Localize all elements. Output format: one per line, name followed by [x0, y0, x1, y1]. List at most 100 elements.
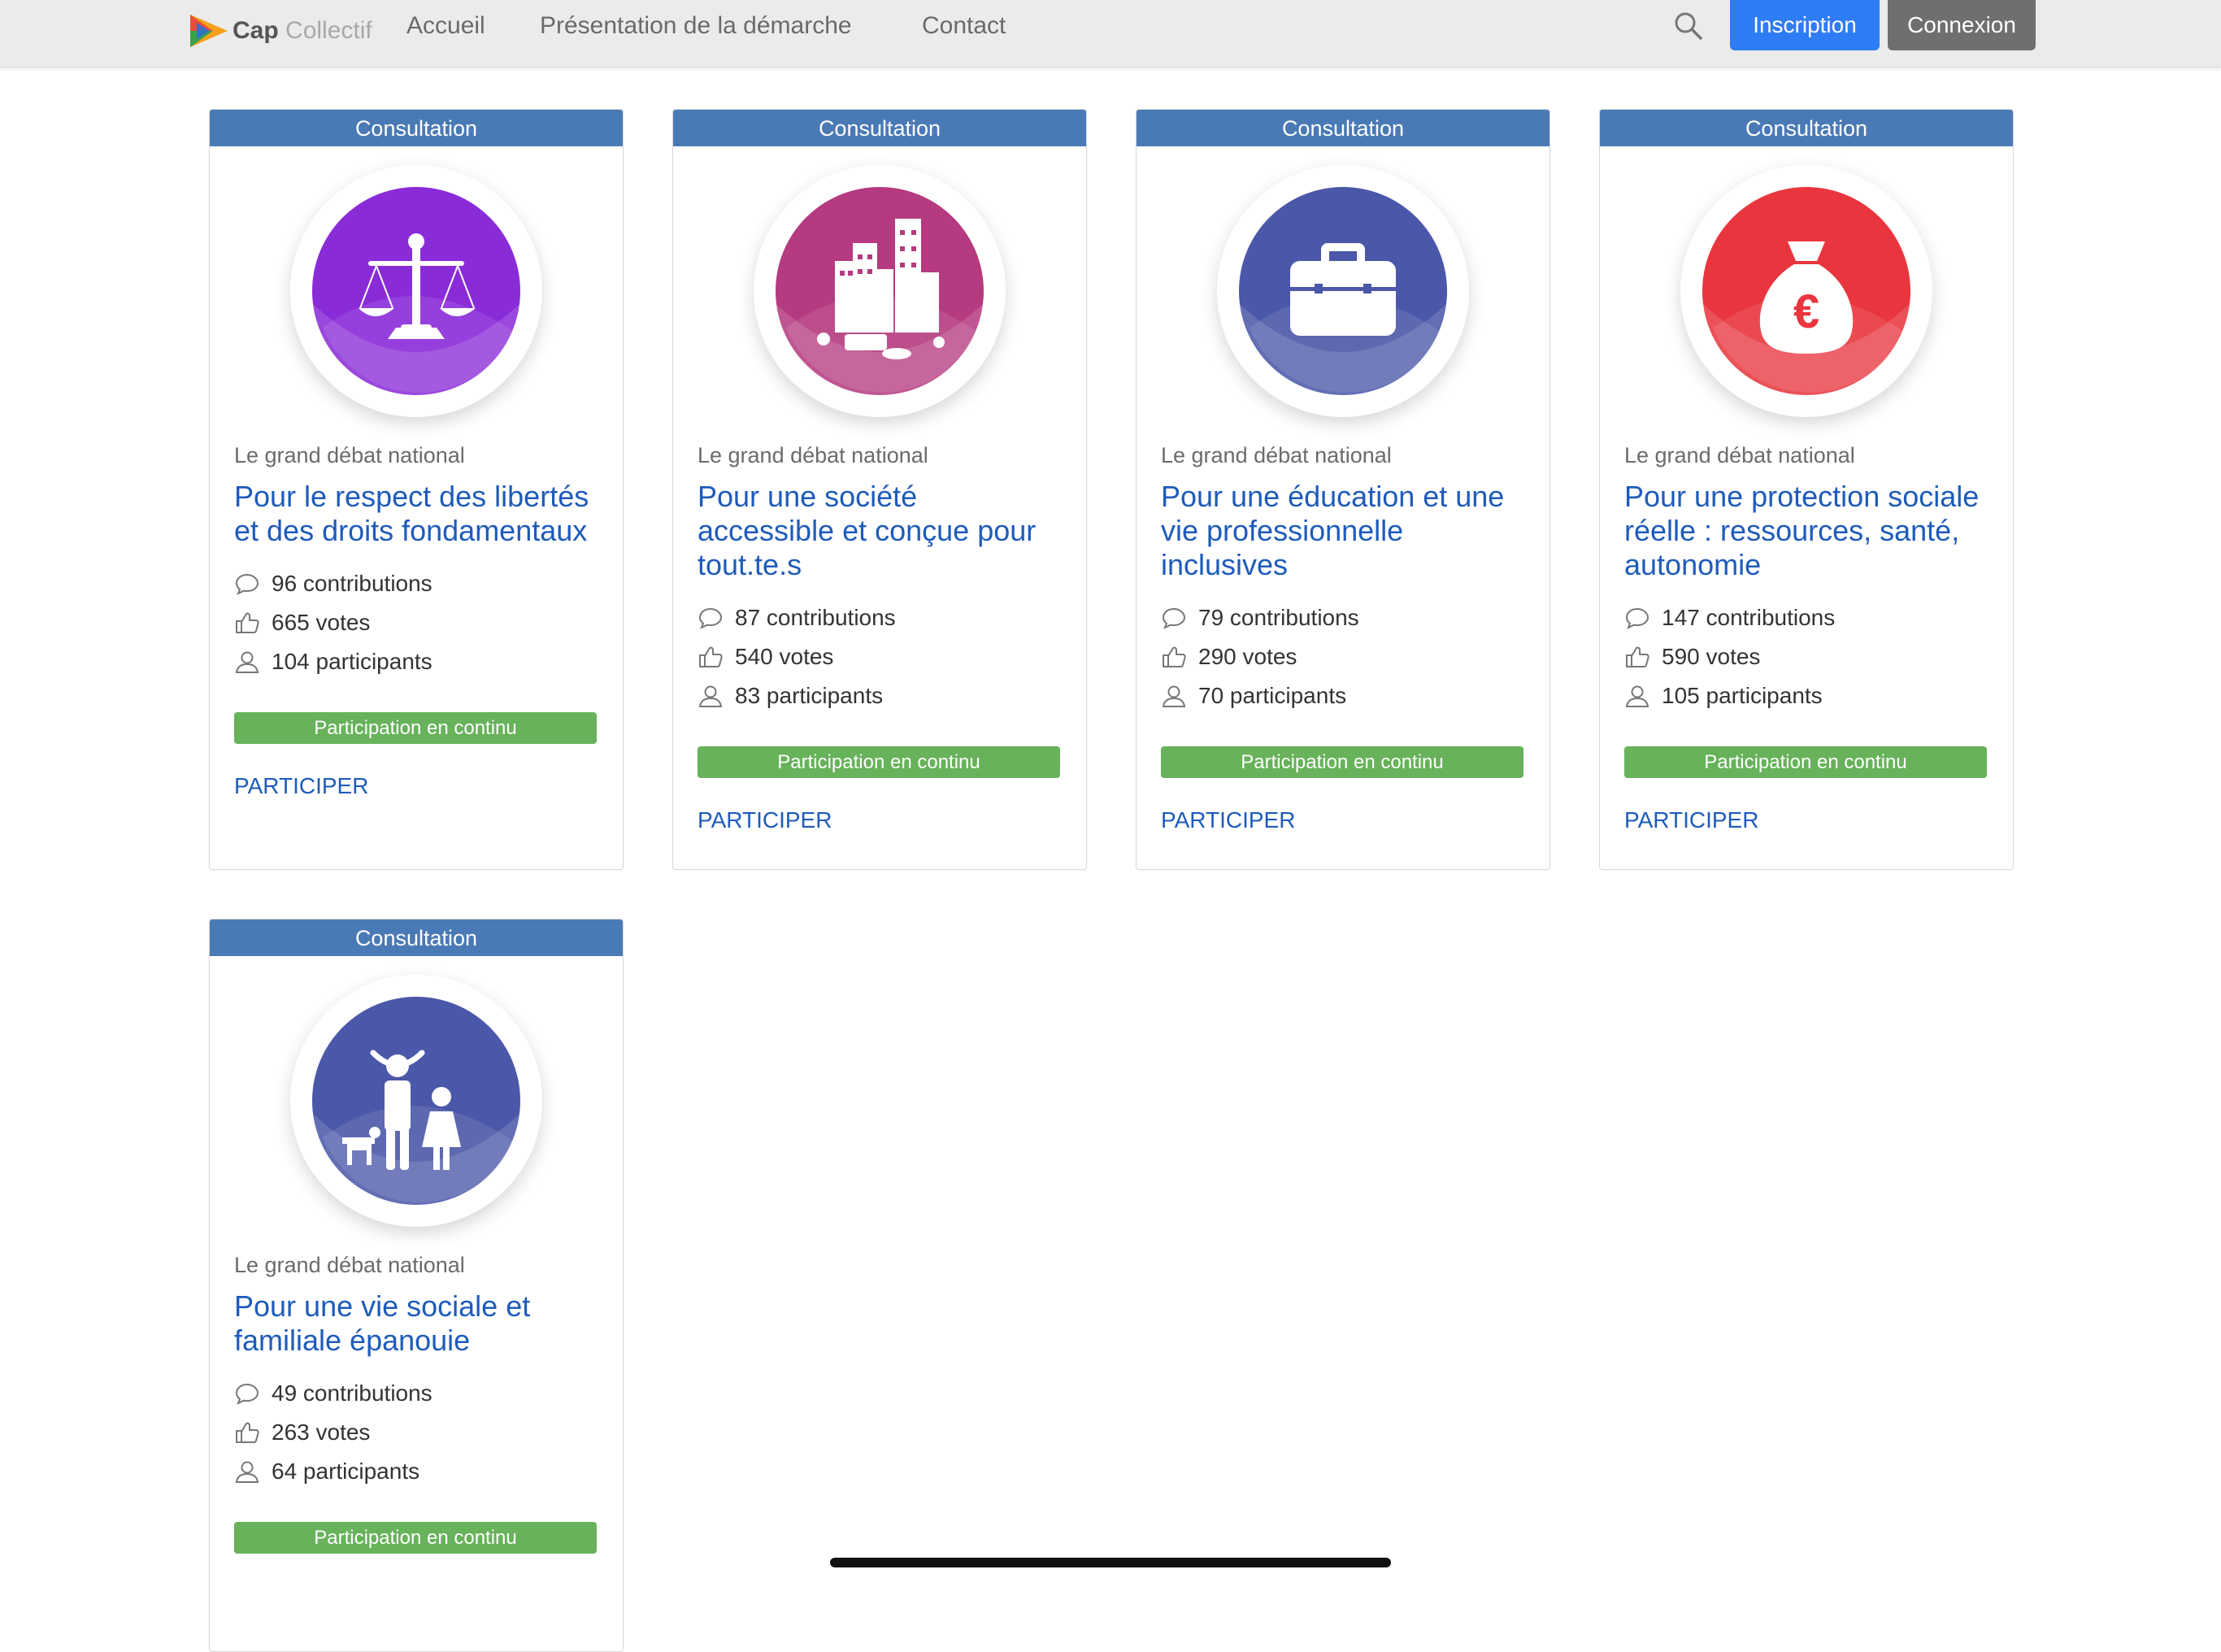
project-card[interactable]: Consultation Le grand débat national Pou…: [209, 919, 624, 1652]
contributions-label: 147 contributions: [1662, 605, 1836, 630]
connexion-button[interactable]: Connexion: [1888, 0, 2036, 50]
project-cover[interactable]: [1137, 146, 1549, 436]
participants-count: 70 participants: [1161, 676, 1549, 715]
contributions-count: 147 contributions: [1624, 598, 2013, 637]
cap-collectif-logo[interactable]: Cap Collectif: [185, 7, 372, 55]
comment-icon: [235, 1383, 259, 1406]
user-icon: [1625, 685, 1649, 707]
participants-label: 105 participants: [1662, 683, 1823, 708]
project-stats: 87 contributions 540 votes 83 participan…: [698, 598, 1086, 715]
project-stats: 96 contributions 665 votes 104 participa…: [234, 564, 623, 681]
user-icon: [235, 1461, 259, 1483]
logo-play-icon: [190, 15, 228, 47]
participants-label: 70 participants: [1198, 683, 1347, 708]
contributions-count: 96 contributions: [234, 564, 623, 603]
project-stats: 79 contributions 290 votes 70 participan…: [1161, 598, 1549, 715]
project-card[interactable]: Consultation Le grand débat national Pou…: [209, 109, 624, 870]
contributions-count: 87 contributions: [698, 598, 1086, 637]
comment-icon: [1625, 607, 1649, 630]
status-badge: Participation en continu: [1624, 746, 1987, 778]
inscription-button[interactable]: Inscription: [1730, 0, 1880, 50]
thumbs-up-icon: [236, 612, 259, 633]
project-type-label: Consultation: [1137, 110, 1549, 146]
contributions-label: 79 contributions: [1198, 605, 1359, 630]
project-organizer: Le grand débat national: [1624, 443, 1855, 467]
project-cover[interactable]: [210, 146, 623, 436]
status-badge: Participation en continu: [234, 712, 597, 744]
briefcase-icon: [1239, 187, 1447, 407]
project-avatar: [290, 975, 542, 1227]
project-stats: 49 contributions 263 votes 64 participan…: [234, 1374, 623, 1491]
participants-count: 105 participants: [1624, 676, 2013, 715]
comment-icon: [235, 573, 259, 596]
svg-text:€: €: [1793, 285, 1819, 338]
home-indicator: [830, 1558, 1391, 1567]
contributions-count: 49 contributions: [234, 1374, 623, 1413]
project-type-label: Consultation: [1600, 110, 2013, 146]
project-organizer: Le grand débat national: [234, 443, 465, 467]
project-type-label: Consultation: [210, 110, 623, 146]
project-organizer: Le grand débat national: [234, 1253, 465, 1277]
user-icon: [1162, 685, 1186, 707]
city-icon: [776, 187, 984, 407]
participants-count: 83 participants: [698, 676, 1086, 715]
search-button[interactable]: [1672, 10, 1705, 42]
top-navbar: Cap Collectif Accueil Présentation de la…: [0, 0, 2221, 67]
project-organizer: Le grand débat national: [698, 443, 928, 467]
participer-link[interactable]: PARTICIPER: [234, 770, 368, 802]
project-cover[interactable]: [210, 956, 623, 1246]
votes-label: 590 votes: [1662, 644, 1761, 669]
votes-label: 290 votes: [1198, 644, 1297, 669]
votes-count: 290 votes: [1161, 637, 1549, 676]
project-card[interactable]: Consultation Le grand débat national Pou…: [672, 109, 1087, 870]
thumbs-up-icon: [236, 1422, 259, 1443]
project-title-link[interactable]: Pour une protection sociale réelle : res…: [1624, 480, 1982, 582]
thumbs-up-icon: [1626, 646, 1649, 667]
nav-link-accueil[interactable]: Accueil: [406, 0, 485, 52]
participants-label: 83 participants: [735, 683, 884, 708]
votes-label: 665 votes: [272, 610, 371, 635]
comment-icon: [698, 607, 723, 630]
participants-label: 64 participants: [272, 1459, 420, 1484]
nav-link-presentation[interactable]: Présentation de la démarche: [540, 0, 852, 52]
user-icon: [235, 651, 259, 673]
project-title-link[interactable]: Pour une vie sociale et familiale épanou…: [234, 1289, 592, 1358]
votes-label: 263 votes: [272, 1419, 371, 1445]
project-stats: 147 contributions 590 votes 105 particip…: [1624, 598, 2013, 715]
thumbs-up-icon: [699, 646, 723, 667]
contributions-label: 49 contributions: [272, 1380, 432, 1406]
participer-link[interactable]: PARTICIPER: [1161, 804, 1295, 837]
family-icon: [312, 997, 520, 1217]
votes-count: 540 votes: [698, 637, 1086, 676]
votes-count: 263 votes: [234, 1413, 623, 1452]
search-icon: [1675, 12, 1702, 40]
user-icon: [698, 685, 723, 707]
project-card[interactable]: Consultation € Le grand débat national P…: [1599, 109, 2014, 870]
status-badge: Participation en continu: [234, 1522, 597, 1554]
contributions-label: 87 contributions: [735, 605, 896, 630]
project-avatar: €: [1680, 165, 1932, 417]
nav-link-contact[interactable]: Contact: [922, 0, 1006, 52]
money-bag-icon: €: [1702, 187, 1910, 407]
project-organizer: Le grand débat national: [1161, 443, 1392, 467]
project-avatar: [1217, 165, 1469, 417]
contributions-count: 79 contributions: [1161, 598, 1549, 637]
project-type-label: Consultation: [210, 919, 623, 956]
votes-count: 665 votes: [234, 603, 623, 642]
votes-label: 540 votes: [735, 644, 834, 669]
logo-text: Cap Collectif: [233, 17, 372, 44]
participer-link[interactable]: PARTICIPER: [1624, 804, 1758, 837]
contributions-label: 96 contributions: [272, 571, 432, 596]
participer-link[interactable]: PARTICIPER: [698, 804, 832, 837]
scales-of-justice-icon: [312, 187, 520, 407]
participants-count: 64 participants: [234, 1452, 623, 1491]
project-title-link[interactable]: Pour le respect des libertés et des droi…: [234, 480, 592, 548]
project-title-link[interactable]: Pour une société accessible et conçue po…: [698, 480, 1055, 582]
project-card[interactable]: Consultation Le grand débat national Pou…: [1136, 109, 1550, 870]
status-badge: Participation en continu: [1161, 746, 1523, 778]
project-avatar: [290, 165, 542, 417]
project-cover[interactable]: €: [1600, 146, 2013, 436]
project-cover[interactable]: [673, 146, 1086, 436]
project-title-link[interactable]: Pour une éducation et une vie profession…: [1161, 480, 1519, 582]
participants-label: 104 participants: [272, 649, 432, 674]
